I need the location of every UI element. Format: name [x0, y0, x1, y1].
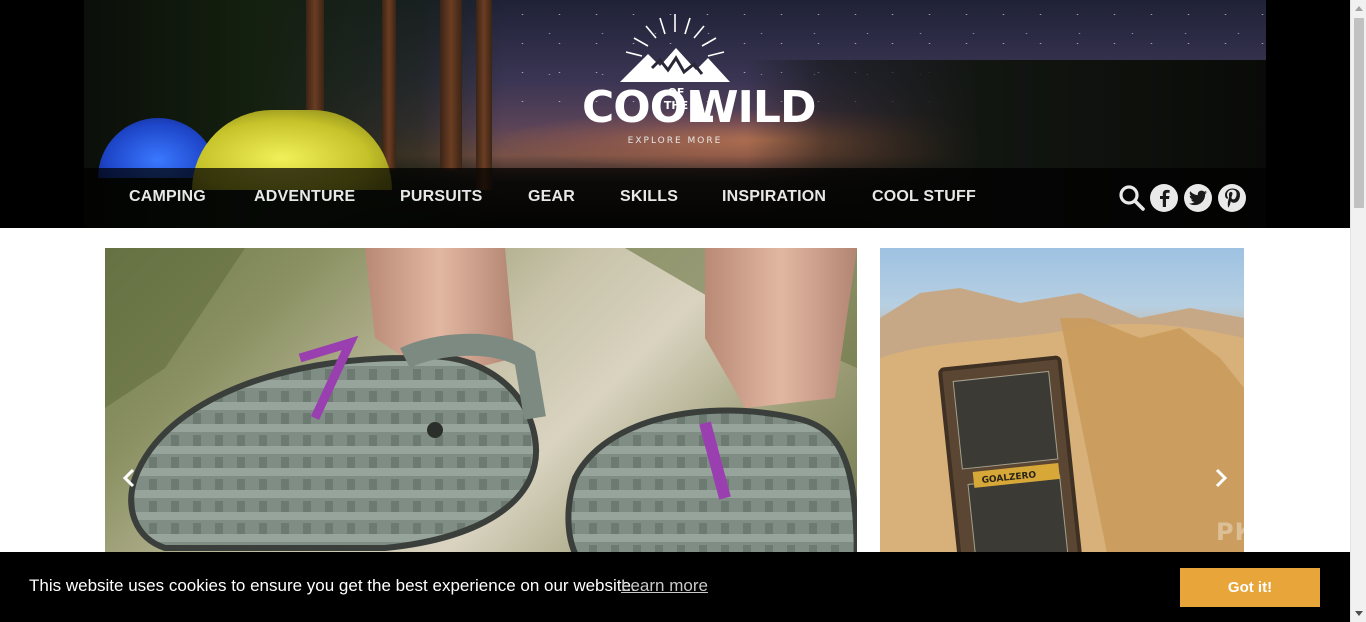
chevron-right-icon: [1215, 468, 1228, 488]
search-button[interactable]: [1118, 184, 1146, 212]
facebook-button[interactable]: [1150, 184, 1178, 212]
facebook-icon: [1160, 189, 1170, 207]
pinterest-button[interactable]: [1218, 184, 1246, 212]
nav-item-cool-stuff[interactable]: COOL STUFF: [872, 188, 976, 206]
secondary-slide-image[interactable]: GOALZERO: [880, 248, 1244, 568]
watermark-text: РКИН: [1216, 518, 1298, 546]
logo-word-of-the: OF THE: [663, 86, 689, 112]
sandals-photo: [105, 248, 857, 568]
nav-item-camping[interactable]: CAMPING: [129, 188, 206, 206]
nav-item-gear[interactable]: GEAR: [528, 188, 575, 206]
caret-down-icon: [1355, 611, 1363, 616]
accept-cookies-button[interactable]: Got it!: [1180, 568, 1320, 607]
search-icon: [1119, 185, 1145, 211]
nav-item-inspiration[interactable]: INSPIRATION: [722, 188, 826, 206]
tree-trunk: [440, 0, 462, 170]
chevron-left-icon: [122, 468, 135, 488]
tree-trunk: [476, 0, 492, 190]
carousel-next-button[interactable]: [1211, 466, 1231, 490]
twitter-button[interactable]: [1184, 184, 1212, 212]
twitter-icon: [1189, 190, 1207, 206]
nav-item-pursuits[interactable]: PURSUITS: [400, 188, 483, 206]
learn-more-link[interactable]: Learn more: [621, 576, 708, 596]
tree-trunk: [382, 0, 396, 170]
featured-slide-image[interactable]: [105, 248, 857, 568]
cookie-consent-bar: This website uses cookies to ensure you …: [0, 552, 1350, 622]
solar-panel-photo: GOALZERO: [880, 288, 1244, 568]
logo-word-wild: WILD: [690, 82, 816, 133]
scroll-thumb[interactable]: [1354, 18, 1364, 208]
pinterest-icon: [1225, 188, 1240, 208]
site-logo[interactable]: COOL OF THE WILD EXPLORE MORE: [560, 8, 816, 158]
scroll-down-button[interactable]: [1351, 606, 1366, 622]
nav-item-skills[interactable]: SKILLS: [620, 188, 678, 206]
site-header: COOL OF THE WILD EXPLORE MORE CAMPING AD…: [0, 0, 1350, 228]
carousel-prev-button[interactable]: [119, 466, 139, 490]
nav-item-adventure[interactable]: ADVENTURE: [254, 188, 355, 206]
caret-up-icon: [1355, 6, 1363, 11]
scroll-up-button[interactable]: [1351, 0, 1366, 16]
page: COOL OF THE WILD EXPLORE MORE CAMPING AD…: [0, 0, 1366, 622]
page-scrollbar[interactable]: [1350, 0, 1366, 622]
cookie-message: This website uses cookies to ensure you …: [29, 576, 636, 595]
logo-tagline: EXPLORE MORE: [627, 136, 723, 146]
